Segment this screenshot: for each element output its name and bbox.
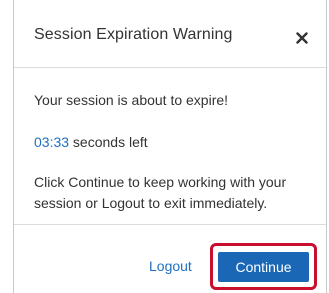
continue-button[interactable]: Continue [218, 252, 309, 282]
logout-link[interactable]: Logout [149, 258, 192, 274]
dialog-header: Session Expiration Warning [14, 0, 326, 68]
countdown-time: 03:33 [34, 134, 70, 150]
continue-highlight: Continue [210, 243, 317, 290]
countdown-text: 03:33 seconds left [34, 131, 148, 153]
footer-divider [14, 224, 326, 225]
instructions-text: Click Continue to keep working with your… [34, 174, 287, 211]
close-button[interactable] [292, 28, 312, 48]
close-icon [296, 32, 308, 44]
countdown-suffix: seconds left [69, 134, 148, 150]
session-expiration-dialog: Session Expiration Warning Your session … [13, 0, 327, 293]
expiry-message: Your session is about to expire! [34, 92, 229, 108]
dialog-title: Session Expiration Warning [34, 26, 233, 43]
